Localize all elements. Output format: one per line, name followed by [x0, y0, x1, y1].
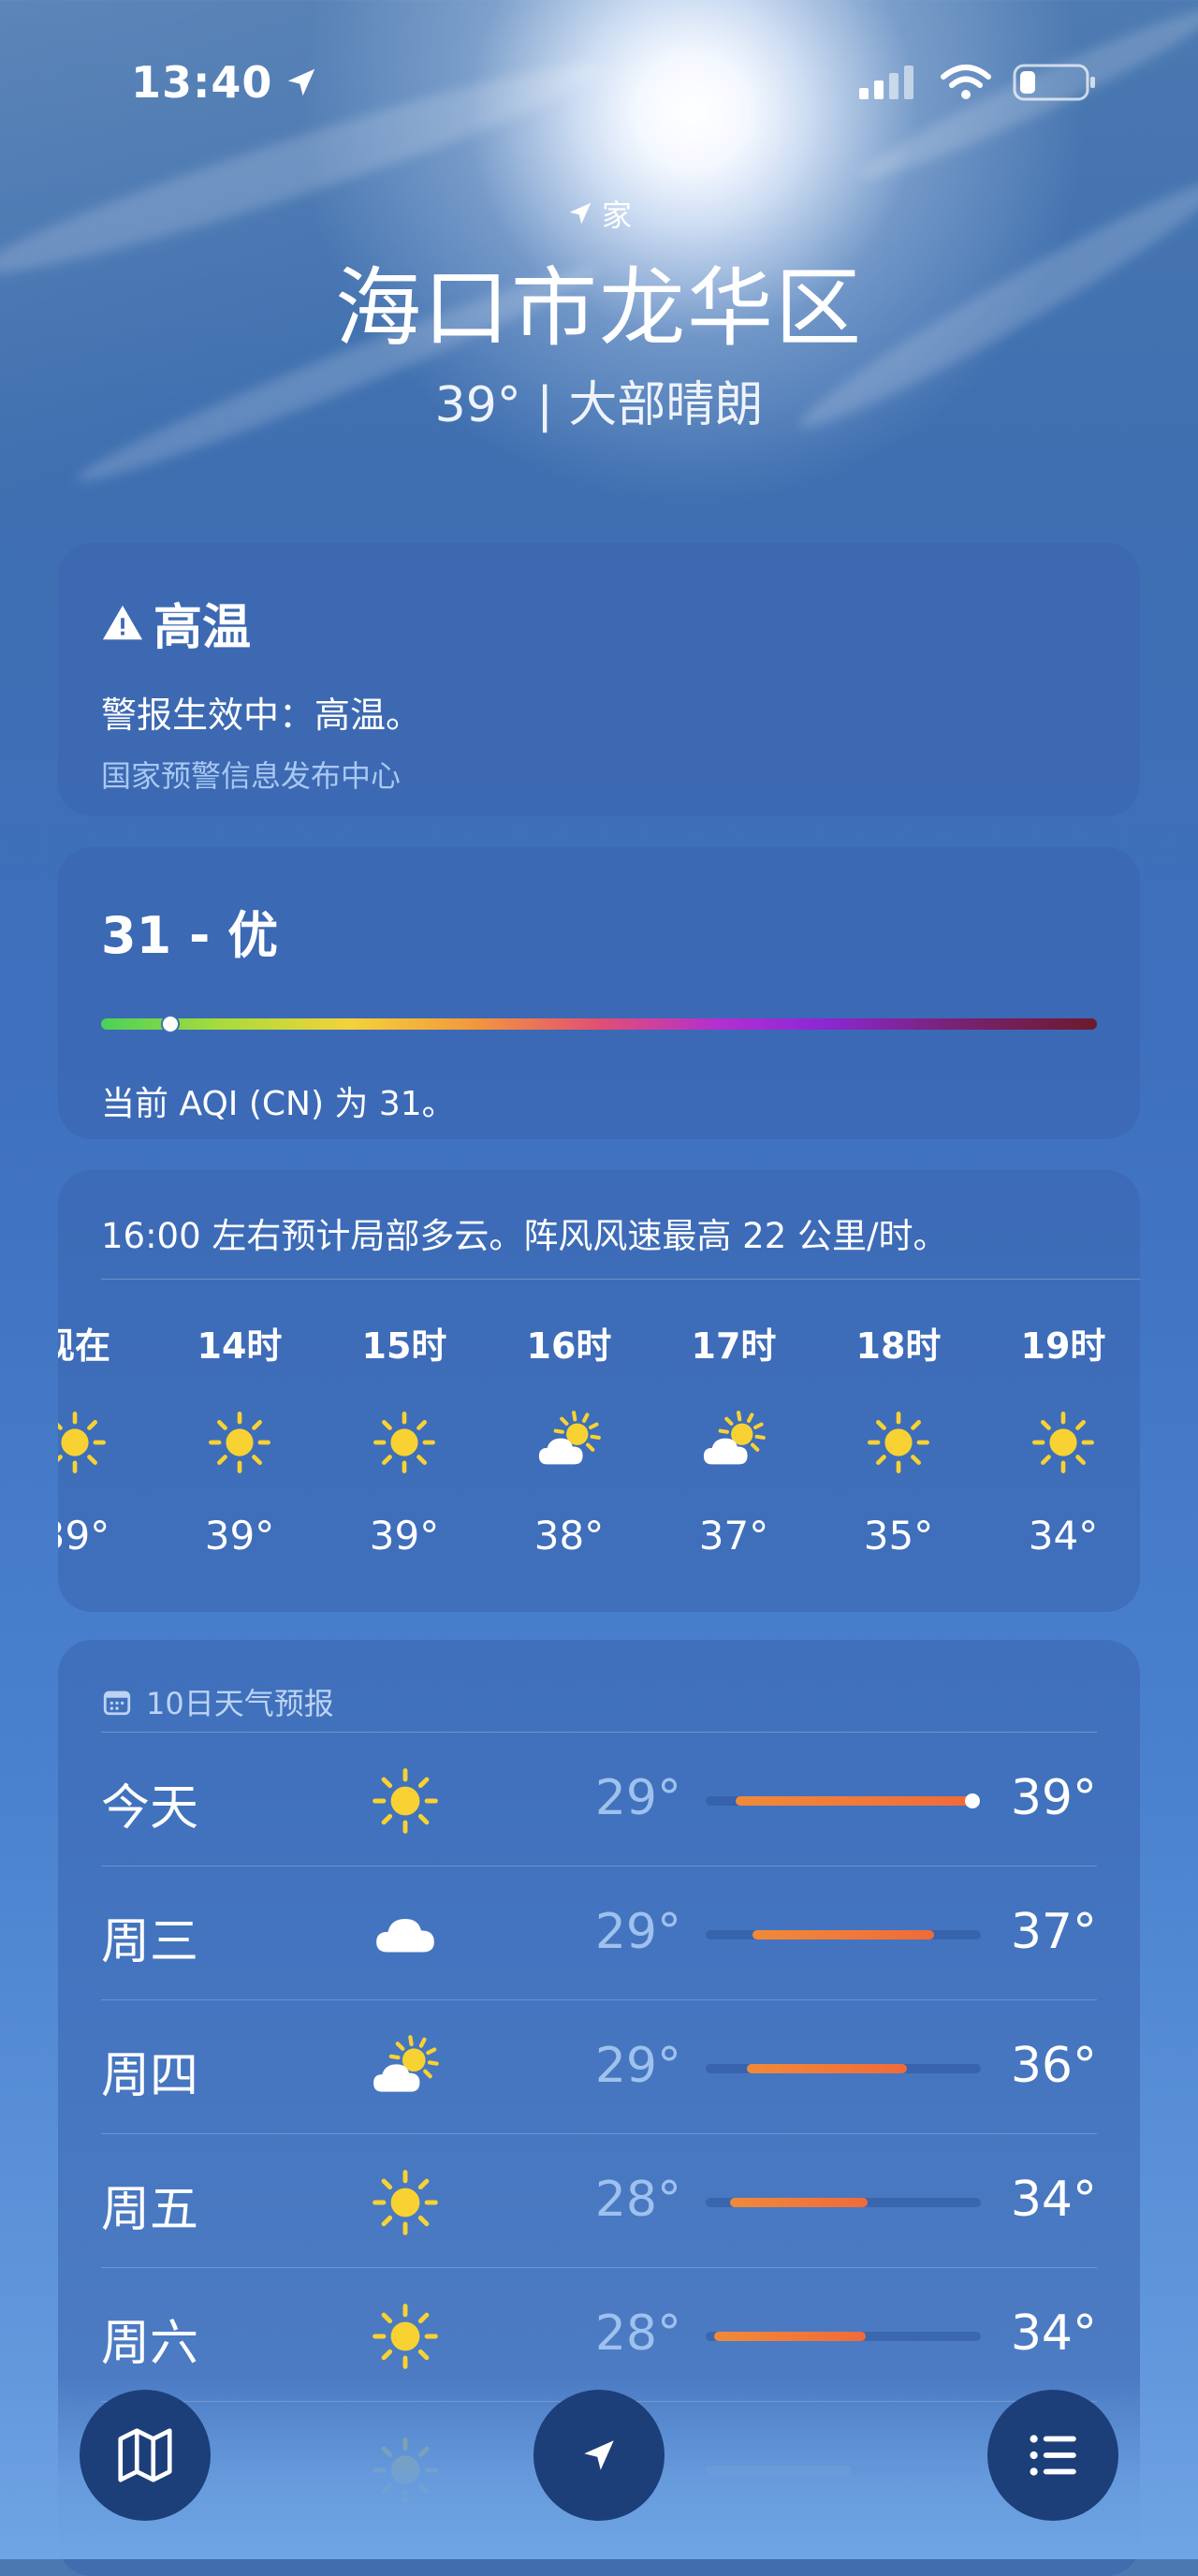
aqi-value: 31 - 优 — [101, 906, 279, 965]
home-location-label: 家 — [0, 192, 1198, 235]
alert-title: 高温 — [101, 588, 1097, 658]
partly-cloudy-icon — [363, 2027, 447, 2111]
ten-day-row[interactable]: 今天 29° 39° — [101, 1733, 1097, 1866]
hourly-scroll[interactable]: 现在 39° 14时 39° 15时 39° 16时 38° 17时 37° 18时 35° 19时 34… — [58, 1280, 1140, 1617]
cellular-signal-icon — [859, 66, 913, 99]
hour-temp: 39° — [58, 1513, 110, 1559]
low-temp: 29° — [594, 1770, 681, 1826]
hourly-item: 14时 39° — [174, 1280, 305, 1559]
hour-temp: 34° — [1028, 1513, 1099, 1559]
city-list-button[interactable] — [987, 2390, 1118, 2521]
low-temp: 29° — [594, 1904, 681, 1960]
temp-range-fill — [747, 2064, 907, 2073]
hourly-item: 现在 39° — [58, 1280, 140, 1559]
high-temp: 39° — [1010, 1770, 1097, 1826]
hour-temp: 39° — [369, 1513, 440, 1559]
day-label: 周四 — [101, 2048, 199, 2104]
day-label: 周五 — [101, 2182, 199, 2238]
temp-range-track — [706, 2198, 981, 2207]
low-temp: 28° — [594, 2172, 681, 2228]
home-label: 家 — [601, 198, 632, 233]
alert-source[interactable]: 国家预警信息发布中心 — [101, 753, 1097, 796]
hour-temp: 37° — [698, 1513, 769, 1559]
current-temp-dot — [965, 1793, 981, 1808]
location-arrow-icon — [569, 202, 592, 225]
low-temp: 29° — [594, 2038, 681, 2094]
partly-cloudy-icon — [504, 1410, 635, 1475]
hour-label: 18时 — [855, 1325, 942, 1367]
aqi-indicator-dot — [161, 1015, 181, 1033]
hour-temp: 38° — [533, 1513, 605, 1559]
map-button[interactable] — [80, 2390, 211, 2521]
temp-range-track — [706, 2332, 981, 2341]
hourly-item: 15时 39° — [339, 1280, 470, 1559]
hourly-item: 16时 38° — [504, 1280, 635, 1559]
hour-label: 现在 — [58, 1325, 110, 1367]
sun-icon — [833, 1410, 964, 1475]
hourly-summary: 16:00 左右预计局部多云。阵风风速最高 22 公里/时。 — [101, 1170, 1140, 1280]
high-temp: 36° — [1010, 2038, 1097, 2094]
temp-range-track — [706, 1930, 981, 1939]
sun-icon — [998, 1410, 1129, 1475]
temp-range-fill — [713, 2332, 866, 2341]
high-temp: 34° — [1010, 2172, 1097, 2228]
ten-day-title: 10日天气预报 — [146, 1686, 334, 1721]
ten-day-row[interactable]: 周五 28° 34° — [101, 2134, 1097, 2268]
high-temp: 34° — [1010, 2305, 1097, 2362]
alert-text: 警报生效中：高温。 — [101, 695, 422, 736]
clock: 13:40 — [131, 57, 273, 108]
hourly-forecast-card[interactable]: 16:00 左右预计局部多云。阵风风速最高 22 公里/时。 现在 39° 14时 3… — [58, 1170, 1140, 1612]
warning-icon — [102, 605, 143, 639]
map-icon — [118, 2428, 172, 2482]
aqi-description: 当前 AQI (CN) 为 31。 — [101, 1085, 456, 1123]
aqi-scale-bar — [101, 1015, 1097, 1033]
sun-icon — [58, 1410, 140, 1475]
sun-icon — [174, 1410, 305, 1475]
location-arrow-icon — [584, 2440, 614, 2470]
current-conditions: 39° | 大部晴朗 — [434, 377, 764, 433]
ten-day-header: 10日天气预报 — [58, 1640, 1140, 1732]
sun-icon — [363, 2294, 447, 2378]
battery-icon — [1013, 64, 1095, 101]
location-arrow-icon — [288, 68, 315, 96]
list-icon — [1030, 2435, 1076, 2476]
temp-range-track — [706, 2064, 981, 2073]
ten-day-row[interactable]: 周四 29° 36° — [101, 2000, 1097, 2134]
sun-icon — [339, 1410, 470, 1475]
status-time: 13:40 — [131, 57, 319, 108]
temp-range-fill — [752, 1930, 934, 1939]
city-name: 海口市龙华区 — [334, 258, 863, 359]
air-quality-card[interactable]: 31 - 优 当前 AQI (CN) 为 31。 — [58, 847, 1140, 1139]
day-label: 周三 — [101, 1914, 199, 1970]
weather-alert-card[interactable]: 高温 警报生效中：高温。 国家预警信息发布中心 — [58, 543, 1140, 816]
hour-temp: 35° — [863, 1513, 934, 1559]
hour-label: 16时 — [526, 1325, 612, 1367]
temp-range-track — [706, 1793, 981, 1808]
hourly-item: 19时 34° — [998, 1280, 1129, 1559]
temp-range-fill — [736, 1796, 973, 1806]
temp-range-fill — [730, 2198, 869, 2207]
hourly-item: 18时 35° — [833, 1280, 964, 1559]
location-header: 家 海口市龙华区 39° | 大部晴朗 — [0, 192, 1198, 435]
partly-cloudy-icon — [668, 1410, 799, 1475]
current-location-button[interactable] — [533, 2390, 665, 2521]
sun-icon — [363, 2160, 447, 2245]
low-temp: 28° — [594, 2305, 681, 2362]
ten-day-row[interactable]: 周三 29° 37° — [101, 1866, 1097, 2000]
calendar-icon — [103, 1690, 131, 1716]
hour-temp: 39° — [204, 1513, 275, 1559]
hour-label: 15时 — [361, 1325, 447, 1367]
hourly-item: 17时 37° — [668, 1280, 799, 1559]
hour-label: 17时 — [691, 1325, 777, 1367]
cloud-icon — [363, 1893, 447, 1977]
day-label: 今天 — [101, 1780, 199, 1837]
hour-label: 14时 — [197, 1325, 283, 1367]
wifi-icon — [941, 65, 991, 99]
high-temp: 37° — [1010, 1904, 1097, 1960]
day-label: 周六 — [101, 2316, 199, 2372]
sun-icon — [363, 1759, 447, 1843]
status-bar: 13:40 — [131, 54, 1097, 110]
hour-label: 19时 — [1020, 1325, 1106, 1367]
alert-title-text: 高温 — [153, 600, 252, 656]
